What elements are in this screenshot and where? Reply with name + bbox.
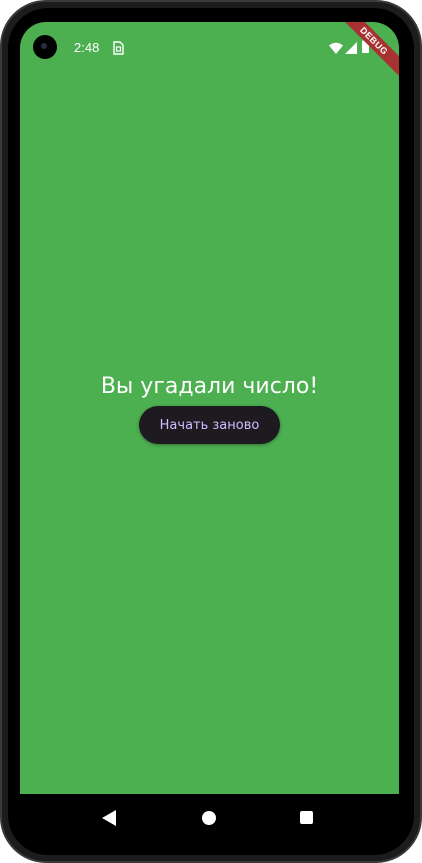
status-time: 2:48 [74,40,100,55]
signal-icon [345,42,357,54]
navigation-bar [20,794,399,842]
sim-icon [113,41,124,55]
restart-button[interactable]: Начать заново [139,406,280,444]
app-screen: 2:48 DEBUG Вы угадали число! Начать зано… [20,22,399,794]
wifi-icon [329,42,343,54]
recents-icon[interactable] [300,811,313,824]
back-icon[interactable] [102,810,116,826]
result-content: Вы угадали число! Начать заново [20,362,399,444]
status-bar: 2:48 DEBUG [20,22,399,85]
result-message: Вы угадали число! [100,374,319,399]
home-icon[interactable] [202,811,216,825]
camera-icon [33,35,57,59]
